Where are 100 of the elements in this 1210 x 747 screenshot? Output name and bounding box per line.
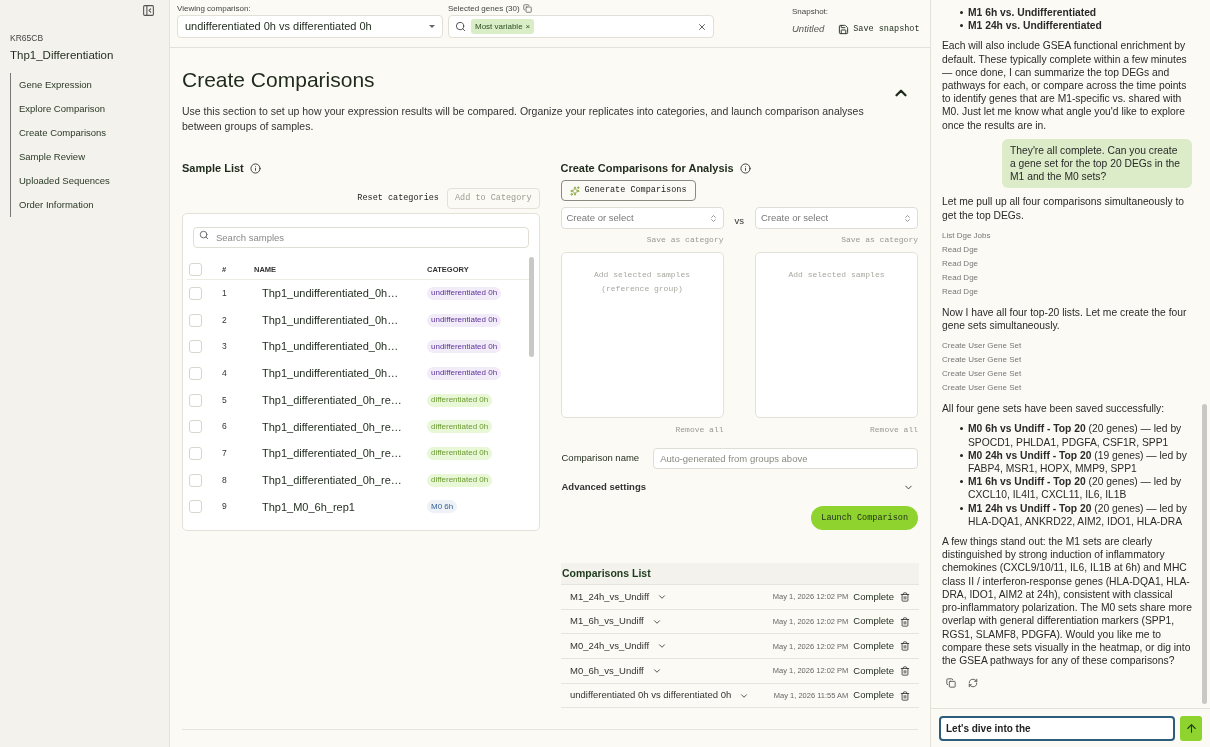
- section-description: Use this section to set up how your expression results will be compared. Organize your replicates into categories, and launch comparison analyses between groups of samples.: [182, 104, 865, 134]
- checkbox[interactable]: [189, 420, 202, 434]
- info-icon[interactable]: [249, 162, 261, 174]
- checkbox[interactable]: [189, 263, 202, 276]
- snapshot-name: Untitled: [792, 22, 825, 36]
- trash-icon[interactable]: [900, 690, 910, 701]
- trash-icon[interactable]: [900, 641, 910, 652]
- section-heading: Sample List: [182, 160, 244, 176]
- sample-name: Thp1_differentiated_0h_re…: [262, 392, 403, 408]
- assistant-message: All four gene sets have been saved successfully:: [942, 402, 1166, 416]
- user-message: They're all complete. Can you create a gene set for the top 20 DEGs in the M1 and the M0 sets?: [1002, 138, 1192, 189]
- save-icon: [838, 23, 850, 35]
- category-tag: undifferentiated 0h: [427, 340, 502, 354]
- nav-item[interactable]: Uploaded Sequences: [11, 171, 159, 191]
- category-tag: undifferentiated 0h: [427, 366, 502, 380]
- advanced-settings-toggle[interactable]: Advanced settings: [560, 480, 918, 495]
- reset-categories-button[interactable]: Reset categories: [357, 191, 439, 205]
- assistant-message: Now I have all four top-20 lists. Let me create the four gene sets simultaneously.: [942, 305, 1188, 333]
- nav-item[interactable]: Create Comparisons: [11, 123, 159, 143]
- assistant-message: Let me pull up all four comparisons simultaneously to get the top DEGs.: [942, 195, 1186, 222]
- sparkle-icon: [569, 185, 580, 196]
- comparison-select[interactable]: undifferentiated 0h vs differentiated 0h: [177, 15, 443, 38]
- nav-item[interactable]: Explore Comparison: [11, 99, 159, 119]
- nav-item[interactable]: Order Information: [11, 195, 159, 215]
- comparison-name[interactable]: M1_24h_vs_Undiff: [570, 589, 650, 604]
- comparison-name[interactable]: M0_24h_vs_Undiff: [570, 639, 650, 654]
- sample-name: Thp1_differentiated_0h_re…: [262, 419, 403, 435]
- comparison-name[interactable]: M0_6h_vs_Undiff: [570, 663, 644, 679]
- search-icon: [455, 21, 466, 32]
- scrollbar[interactable]: [528, 257, 534, 357]
- search-icon: [199, 229, 209, 240]
- tool-call[interactable]: Create User Gene Set: [942, 339, 1192, 354]
- checkbox[interactable]: [189, 340, 202, 354]
- comparison-name[interactable]: M1_6h_vs_Undiff: [570, 614, 644, 629]
- checkbox[interactable]: [189, 473, 202, 487]
- trash-icon[interactable]: [900, 616, 910, 627]
- list-item: M0 24h vs Undiff - Top 20 (19 genes) — led by FABP4, MSR1, HOPX, MMP9, SPP1: [968, 448, 1188, 476]
- sidebar-toggle-icon[interactable]: [142, 4, 155, 17]
- bullet-icon: [960, 453, 963, 457]
- tool-call[interactable]: Create User Gene Set: [942, 353, 1192, 368]
- status-text: Complete: [853, 589, 894, 604]
- bullet-icon: [960, 506, 963, 510]
- checkbox[interactable]: [189, 313, 202, 327]
- field-label: Viewing comparison:: [177, 3, 252, 14]
- updown-icon: [903, 213, 912, 223]
- updown-icon: [708, 213, 718, 223]
- gene-search-field[interactable]: Most variable ×: [448, 15, 714, 38]
- group-select[interactable]: Create or select: [560, 207, 724, 229]
- list-item: M1 24h vs. Undifferentiated: [968, 19, 1102, 33]
- tool-call[interactable]: List Dge Jobs: [942, 228, 1192, 243]
- row-number: 6: [222, 420, 228, 434]
- list-item: M1 24h vs Undiff - Top 20 (20 genes) — led by HLA-DQA1, ANKRD22, AIM2, IDO1, HLA-DRA: [968, 501, 1188, 529]
- copy-icon[interactable]: [946, 678, 956, 689]
- row-number: 9: [222, 500, 228, 514]
- retry-icon[interactable]: [968, 678, 978, 689]
- chat-input[interactable]: Let's dive into the: [939, 715, 1175, 741]
- trash-icon[interactable]: [900, 665, 910, 676]
- vs-label: vs: [734, 214, 744, 228]
- tool-call[interactable]: Read Dge: [942, 270, 1192, 285]
- checkbox[interactable]: [189, 500, 202, 514]
- scrollbar[interactable]: [1202, 404, 1207, 704]
- send-button[interactable]: [1180, 715, 1202, 741]
- group-select[interactable]: Create or select: [755, 207, 918, 229]
- row-number: 7: [222, 447, 228, 460]
- filter-chip[interactable]: Most variable ×: [471, 19, 535, 34]
- row-number: 1: [222, 286, 228, 300]
- status-text: Complete: [853, 663, 894, 678]
- sample-name: Thp1_differentiated_0h_re…: [262, 446, 403, 462]
- category-tag: undifferentiated 0h: [427, 313, 502, 327]
- nav-item[interactable]: Gene Expression: [11, 75, 159, 95]
- sample-name: Thp1_undifferentiated_0h…: [262, 286, 400, 302]
- search-samples-field[interactable]: Search samples: [193, 227, 529, 248]
- tool-call[interactable]: Read Dge: [942, 256, 1192, 271]
- copy-icon[interactable]: [522, 4, 532, 13]
- save-snapshot-button[interactable]: Save snapshot: [838, 22, 920, 36]
- comparison-name-field[interactable]: Auto-generated from groups above: [653, 448, 918, 469]
- tool-call[interactable]: Create User Gene Set: [942, 381, 1192, 396]
- tool-call[interactable]: Create User Gene Set: [942, 367, 1192, 382]
- tool-call[interactable]: Read Dge: [942, 242, 1192, 257]
- checkbox[interactable]: [189, 393, 202, 407]
- project-name: Thp1_Differentiation: [10, 47, 115, 63]
- list-item: M1 6h vs. Undifferentiated: [968, 6, 1097, 20]
- sample-name: Thp1_differentiated_0h_re…: [262, 472, 403, 488]
- comparison-name[interactable]: undifferentiated 0h vs differentiated 0h: [570, 688, 732, 703]
- bullet-icon: [960, 427, 963, 431]
- tool-call[interactable]: Read Dge: [942, 284, 1192, 299]
- clear-icon[interactable]: [697, 21, 707, 32]
- status-text: Complete: [853, 688, 894, 703]
- checkbox[interactable]: [189, 446, 202, 460]
- generate-comparisons-button[interactable]: Generate Comparisons: [560, 180, 696, 201]
- info-icon[interactable]: [739, 162, 751, 174]
- checkbox[interactable]: [189, 366, 202, 380]
- row-number: 2: [222, 313, 228, 327]
- launch-comparison-button[interactable]: Launch Comparison: [811, 506, 918, 531]
- row-number: 5: [222, 393, 228, 407]
- list-item: M1 6h vs Undiff - Top 20 (20 genes) — led by CXCL10, IL4I1, CXCL11, IL6, IL1B: [968, 475, 1183, 502]
- checkbox[interactable]: [189, 286, 202, 300]
- field-label: Selected genes (30): [448, 2, 520, 15]
- nav-item[interactable]: Sample Review: [11, 147, 159, 167]
- trash-icon[interactable]: [900, 591, 910, 602]
